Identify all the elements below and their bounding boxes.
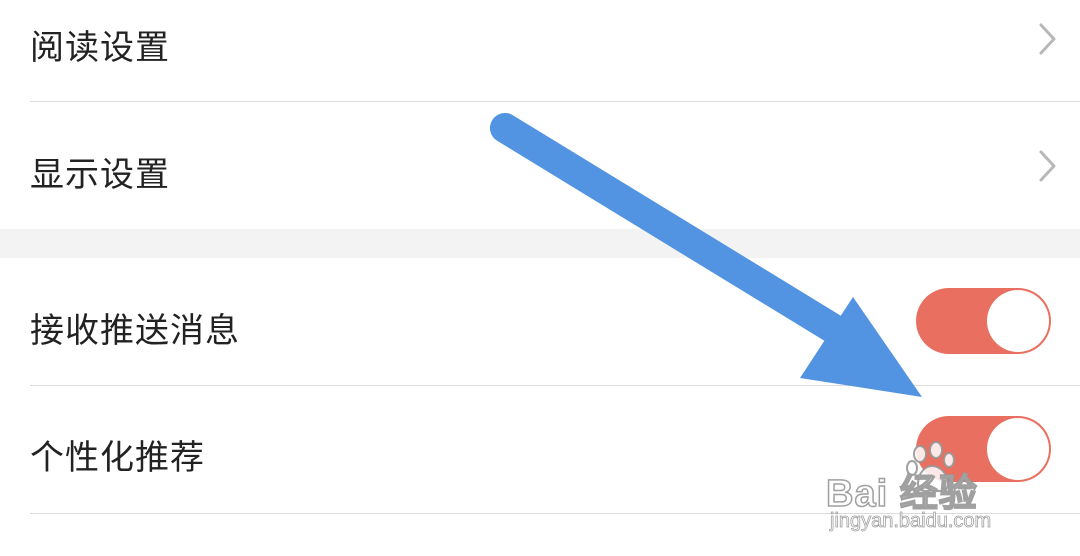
- annotation-arrow-icon: [490, 113, 922, 397]
- settings-screen: 阅读设置 显示设置 接收推送消息 个性化推荐 Bai 经验 jingyan.ba…: [0, 0, 1080, 556]
